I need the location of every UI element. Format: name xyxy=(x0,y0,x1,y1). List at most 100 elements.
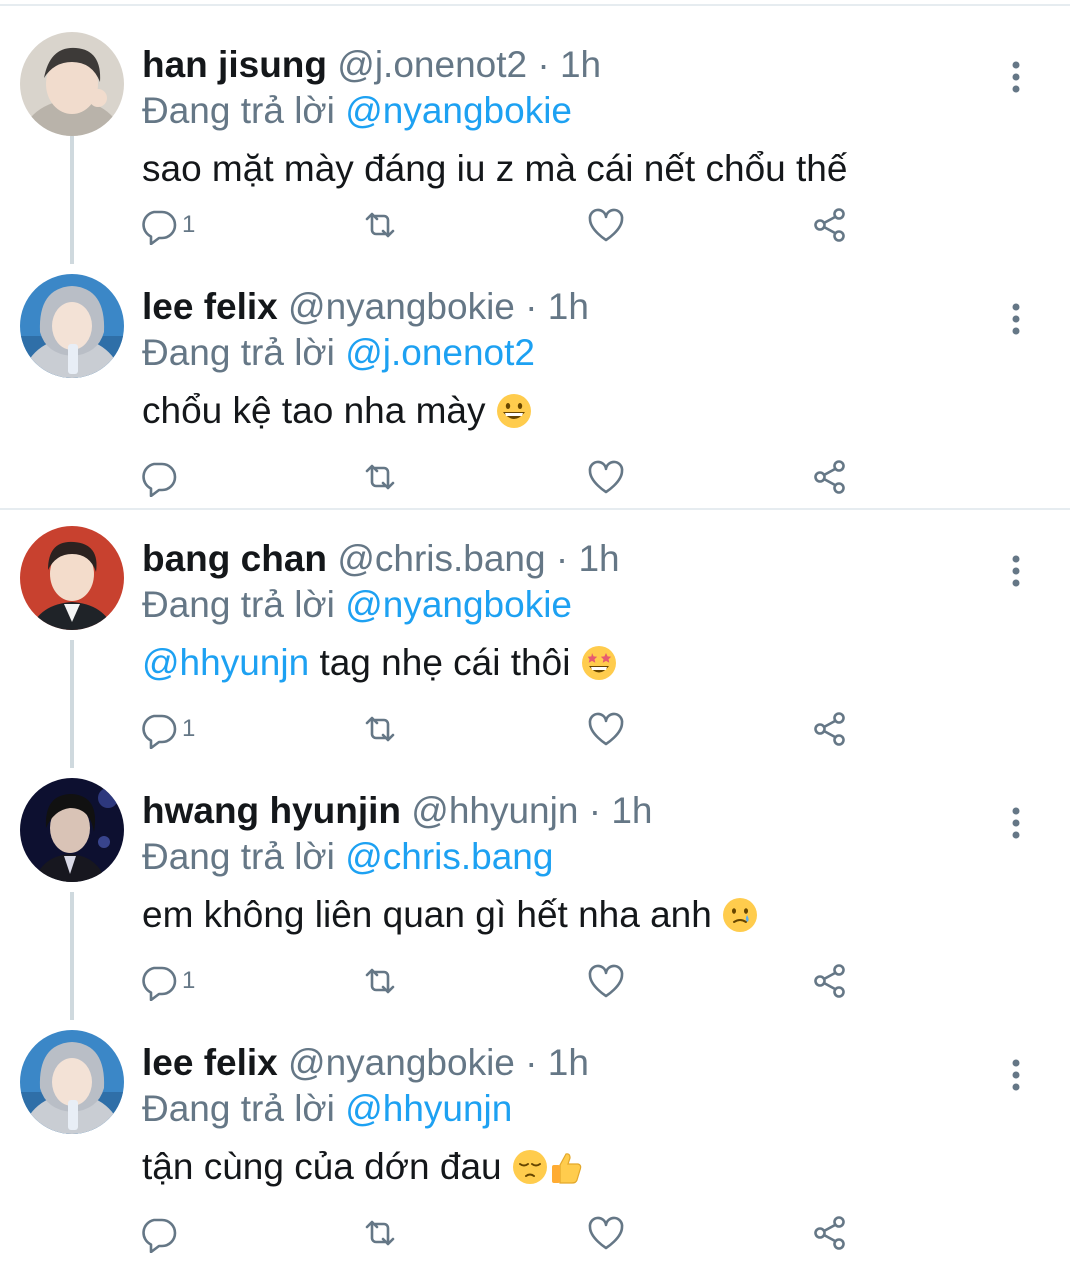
replying-to: Đang trả lời @nyangbokie xyxy=(142,88,572,134)
tweet-reply[interactable]: hwang hyunjin @hhyunjn · 1h Đang trả lời… xyxy=(0,778,1070,1008)
replying-to-mention[interactable]: @hhyunjn xyxy=(345,1088,512,1129)
replying-to-mention[interactable]: @nyangbokie xyxy=(345,90,572,131)
tweet-header: han jisung @j.onenot2 · 1h xyxy=(142,42,601,88)
action-bar: 1 xyxy=(138,202,898,248)
replying-to: Đang trả lời @chris.bang xyxy=(142,834,553,880)
author-handle[interactable]: @j.onenot2 xyxy=(337,44,527,85)
reply-icon xyxy=(142,966,177,1001)
reply-button[interactable]: 1 xyxy=(138,958,195,1004)
tweet-text: @hhyunjn tag nhẹ cái thôi xyxy=(142,638,617,688)
reply-count: 1 xyxy=(182,967,196,994)
more-options-icon xyxy=(1012,807,1020,839)
share-button[interactable] xyxy=(810,706,850,752)
like-button[interactable] xyxy=(586,1210,626,1256)
author-name[interactable]: lee felix xyxy=(142,286,278,327)
retweet-button[interactable] xyxy=(360,958,400,1004)
tweet-text-content: sao mặt mày đáng iu z mà cái nết chổu th… xyxy=(142,148,848,189)
more-options-button[interactable] xyxy=(996,52,1036,102)
avatar[interactable] xyxy=(20,526,124,630)
like-button[interactable] xyxy=(586,454,626,500)
reply-button[interactable]: 1 xyxy=(138,706,195,752)
share-icon xyxy=(814,460,845,494)
avatar[interactable] xyxy=(20,274,124,378)
share-icon xyxy=(814,712,845,746)
reply-icon xyxy=(142,462,177,497)
timestamp[interactable]: 1h xyxy=(548,1042,589,1083)
replying-to: Đang trả lời @hhyunjn xyxy=(142,1086,512,1132)
more-options-button[interactable] xyxy=(996,798,1036,848)
grinning-face-emoji xyxy=(496,394,531,428)
timestamp[interactable]: 1h xyxy=(560,44,601,85)
author-name[interactable]: han jisung xyxy=(142,44,327,85)
share-button[interactable] xyxy=(810,202,850,248)
tweet-text: chổu kệ tao nha mày xyxy=(142,386,532,436)
author-handle[interactable]: @chris.bang xyxy=(337,538,545,579)
share-button[interactable] xyxy=(810,454,850,500)
tweet-text: sao mặt mày đáng iu z mà cái nết chổu th… xyxy=(142,144,847,194)
replying-to: Đang trả lời @nyangbokie xyxy=(142,582,572,628)
like-button[interactable] xyxy=(586,958,626,1004)
action-bar xyxy=(138,1210,898,1256)
share-button[interactable] xyxy=(810,958,850,1004)
tweet-reply[interactable]: bang chan @chris.bang · 1h Đang trả lời … xyxy=(0,526,1070,756)
reply-button[interactable] xyxy=(138,1210,182,1256)
like-icon xyxy=(588,712,624,746)
retweet-button[interactable] xyxy=(360,202,400,248)
retweet-button[interactable] xyxy=(360,706,400,752)
thumbs-up-emoji xyxy=(551,1153,582,1184)
more-options-button[interactable] xyxy=(996,294,1036,344)
like-button[interactable] xyxy=(586,706,626,752)
replying-to-label: Đang trả lời xyxy=(142,332,335,373)
replying-to-label: Đang trả lời xyxy=(142,1088,335,1129)
top-divider xyxy=(0,4,1070,6)
timestamp[interactable]: 1h xyxy=(578,538,619,579)
author-handle[interactable]: @nyangbokie xyxy=(288,286,515,327)
timestamp[interactable]: 1h xyxy=(611,790,652,831)
tweet-text-mention[interactable]: @hhyunjn xyxy=(142,642,309,683)
author-handle[interactable]: @nyangbokie xyxy=(288,1042,515,1083)
tweet-header: lee felix @nyangbokie · 1h xyxy=(142,284,589,330)
share-icon xyxy=(814,1216,845,1250)
action-bar: 1 xyxy=(138,706,898,752)
timestamp[interactable]: 1h xyxy=(548,286,589,327)
separator-dot: · xyxy=(525,1042,538,1083)
star-struck-emoji xyxy=(581,646,616,680)
tweet-reply[interactable]: han jisung @j.onenot2 · 1h Đang trả lời … xyxy=(0,32,1070,262)
author-name[interactable]: hwang hyunjin xyxy=(142,790,401,831)
replying-to-label: Đang trả lời xyxy=(142,836,335,877)
retweet-icon xyxy=(365,716,395,742)
avatar[interactable] xyxy=(20,1030,124,1134)
tweet-reply[interactable]: lee felix @nyangbokie · 1h Đang trả lời … xyxy=(0,1030,1070,1260)
author-name[interactable]: bang chan xyxy=(142,538,327,579)
more-options-icon xyxy=(1012,61,1020,93)
replying-to-mention[interactable]: @chris.bang xyxy=(345,836,553,877)
action-bar xyxy=(138,454,898,500)
more-options-button[interactable] xyxy=(996,546,1036,596)
avatar[interactable] xyxy=(20,778,124,882)
action-bar: 1 xyxy=(138,958,898,1004)
retweet-button[interactable] xyxy=(360,454,400,500)
reply-button[interactable]: 1 xyxy=(138,202,195,248)
retweet-button[interactable] xyxy=(360,1210,400,1256)
like-icon xyxy=(588,460,624,494)
reply-count: 1 xyxy=(182,211,196,238)
replying-to-mention[interactable]: @nyangbokie xyxy=(345,584,572,625)
tweet-reply[interactable]: lee felix @nyangbokie · 1h Đang trả lời … xyxy=(0,274,1070,504)
like-icon xyxy=(588,208,624,242)
replying-to-label: Đang trả lời xyxy=(142,90,335,131)
tweet-text-content: chổu kệ tao nha mày xyxy=(142,390,496,431)
author-handle[interactable]: @hhyunjn xyxy=(411,790,578,831)
share-button[interactable] xyxy=(810,1210,850,1256)
more-options-icon xyxy=(1012,1059,1020,1091)
like-icon xyxy=(588,1216,624,1250)
avatar[interactable] xyxy=(20,32,124,136)
more-options-icon xyxy=(1012,555,1020,587)
more-options-button[interactable] xyxy=(996,1050,1036,1100)
retweet-icon xyxy=(365,212,395,238)
replying-to-mention[interactable]: @j.onenot2 xyxy=(345,332,535,373)
like-button[interactable] xyxy=(586,202,626,248)
separator-dot: · xyxy=(537,44,550,85)
reply-count: 1 xyxy=(182,715,196,742)
author-name[interactable]: lee felix xyxy=(142,1042,278,1083)
reply-button[interactable] xyxy=(138,454,182,500)
